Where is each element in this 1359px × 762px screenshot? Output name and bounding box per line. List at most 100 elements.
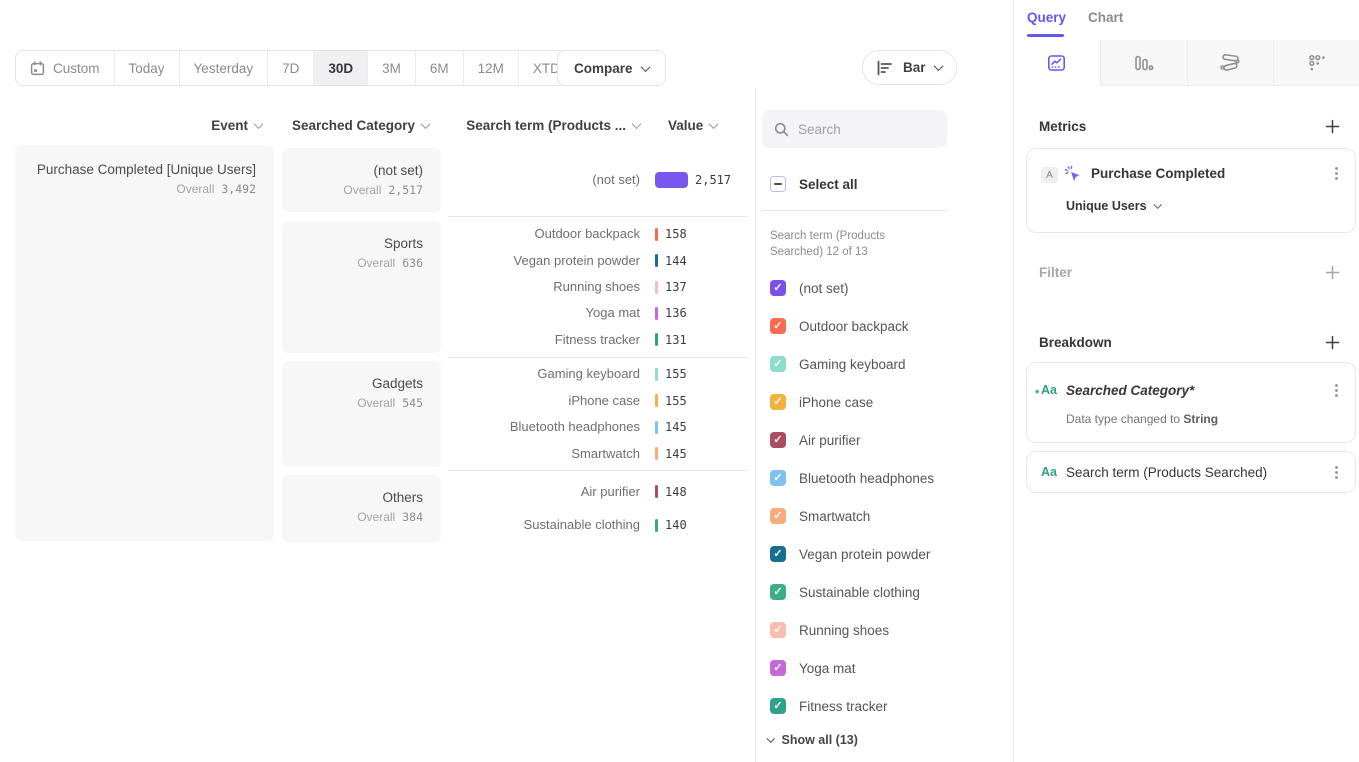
- breakdown-card-searched-category[interactable]: *Aa Searched Category* Data type changed…: [1026, 362, 1356, 443]
- value-bar-sustainable-clothing[interactable]: [655, 519, 658, 532]
- report-type-tabs: [1014, 40, 1359, 86]
- chart-type-dropdown[interactable]: Bar: [862, 50, 957, 85]
- date-range-label: 7D: [282, 61, 299, 76]
- check-icon: ✓: [773, 701, 782, 712]
- legend-item-label: Vegan protein powder: [799, 547, 930, 562]
- legend-item-bluetooth-headphones[interactable]: ✓Bluetooth headphones: [770, 470, 934, 486]
- metric-card[interactable]: A Purchase Completed Unique Users: [1026, 148, 1356, 233]
- value-bar-air-purifier[interactable]: [655, 485, 658, 498]
- breakdown-card-search-term[interactable]: Aa Search term (Products Searched): [1026, 451, 1356, 493]
- legend-item-not-set[interactable]: ✓(not set): [770, 280, 849, 296]
- checkbox-bluetooth-headphones[interactable]: ✓: [770, 470, 786, 486]
- select-all-checkbox[interactable]: [770, 176, 786, 192]
- event-cell[interactable]: Purchase Completed [Unique Users] Overal…: [15, 145, 274, 541]
- checkbox-smartwatch[interactable]: ✓: [770, 508, 786, 524]
- value-bar-smartwatch[interactable]: [655, 447, 658, 460]
- legend-item-smartwatch[interactable]: ✓Smartwatch: [770, 508, 870, 524]
- overall-value: 2,517: [388, 183, 423, 197]
- legend-item-running-shoes[interactable]: ✓Running shoes: [770, 622, 889, 638]
- checkbox-fitness-tracker[interactable]: ✓: [770, 698, 786, 714]
- date-range-label: 30D: [328, 61, 353, 76]
- legend-item-outdoor-backpack[interactable]: ✓Outdoor backpack: [770, 318, 909, 334]
- add-breakdown-button[interactable]: [1325, 335, 1340, 350]
- column-header-event[interactable]: Event: [15, 117, 262, 134]
- value-bar-iphone-case[interactable]: [655, 394, 658, 407]
- legend-list-label-line1: Search term (Products: [770, 228, 885, 244]
- legend-item-fitness-tracker[interactable]: ✓Fitness tracker: [770, 698, 888, 714]
- category-cell-gadgets[interactable]: GadgetsOverall545: [282, 361, 441, 467]
- date-range-7d[interactable]: 7D: [267, 51, 313, 85]
- checkbox-not-set[interactable]: ✓: [770, 280, 786, 296]
- checkbox-vegan-protein-powder[interactable]: ✓: [770, 546, 786, 562]
- date-range-custom[interactable]: Custom: [16, 51, 114, 85]
- value-bar-gaming-keyboard[interactable]: [655, 368, 658, 381]
- check-icon: ✓: [773, 397, 782, 408]
- value-text: 131: [665, 332, 687, 348]
- value-bar-yoga-mat[interactable]: [655, 307, 658, 320]
- category-overall: Overall 2,517: [282, 183, 423, 197]
- legend-item-sustainable-clothing[interactable]: ✓Sustainable clothing: [770, 584, 920, 600]
- value-bar-vegan-protein-powder[interactable]: [655, 254, 658, 267]
- checkbox-outdoor-backpack[interactable]: ✓: [770, 318, 786, 334]
- checkbox-gaming-keyboard[interactable]: ✓: [770, 356, 786, 372]
- date-range-6m[interactable]: 6M: [415, 51, 463, 85]
- date-range-30d[interactable]: 30D: [313, 51, 367, 85]
- metric-menu-button[interactable]: [1335, 172, 1338, 175]
- overall-label: Overall: [357, 256, 395, 270]
- category-cell-sports[interactable]: SportsOverall636: [282, 221, 441, 353]
- legend-item-gaming-keyboard[interactable]: ✓Gaming keyboard: [770, 356, 906, 372]
- value-text: 2,517: [695, 172, 731, 188]
- date-range-3m[interactable]: 3M: [367, 51, 415, 85]
- legend-item-yoga-mat[interactable]: ✓Yoga mat: [770, 660, 856, 676]
- checkbox-yoga-mat[interactable]: ✓: [770, 660, 786, 676]
- checkbox-air-purifier[interactable]: ✓: [770, 432, 786, 448]
- tab-chart[interactable]: Chart: [1088, 10, 1123, 25]
- check-icon: ✓: [773, 359, 782, 370]
- category-name: Others: [282, 489, 423, 507]
- column-header-searched-category[interactable]: Searched Category: [282, 117, 429, 134]
- category-cell-not-set[interactable]: (not set)Overall2,517: [282, 148, 441, 212]
- date-range-today[interactable]: Today: [114, 51, 179, 85]
- value-bar-bluetooth-headphones[interactable]: [655, 421, 658, 434]
- value-bar-running-shoes[interactable]: [655, 281, 658, 294]
- show-all-button[interactable]: Show all (13): [768, 733, 858, 747]
- report-tab-insights[interactable]: [1014, 40, 1100, 86]
- value-bar-fitness-tracker[interactable]: [655, 333, 658, 346]
- add-filter-button[interactable]: [1325, 265, 1340, 280]
- date-range-label: 3M: [382, 61, 401, 76]
- value-bar-not-set[interactable]: [655, 172, 688, 188]
- legend-item-air-purifier[interactable]: ✓Air purifier: [770, 432, 861, 448]
- breakdown-title: Search term (Products Searched): [1066, 465, 1267, 480]
- report-tab-flows[interactable]: [1187, 40, 1274, 86]
- search-term-label: Smartwatch: [450, 446, 640, 462]
- legend-item-vegan-protein-powder[interactable]: ✓ Vegan protein powder: [770, 546, 930, 562]
- overall-label: Overall: [343, 183, 381, 197]
- insights-icon: [1047, 54, 1066, 72]
- breakdown-menu-button[interactable]: [1335, 389, 1338, 392]
- show-all-label: Show all (13): [782, 733, 858, 747]
- report-tab-funnels[interactable]: [1100, 40, 1187, 86]
- measurement-dropdown[interactable]: Unique Users: [1066, 199, 1160, 213]
- event-sparkle-icon: [1064, 165, 1082, 188]
- metric-badge: A: [1041, 167, 1058, 183]
- checkbox-iphone-case[interactable]: ✓: [770, 394, 786, 410]
- breakdown-menu-button[interactable]: [1335, 471, 1338, 474]
- search-term-label: Air purifier: [450, 484, 640, 500]
- checkbox-running-shoes[interactable]: ✓: [770, 622, 786, 638]
- value-bar-outdoor-backpack[interactable]: [655, 228, 658, 241]
- column-header-search-term[interactable]: Search term (Products ...: [450, 117, 640, 134]
- compare-button[interactable]: Compare: [557, 50, 666, 86]
- category-cell-others[interactable]: OthersOverall384: [282, 475, 441, 542]
- add-metric-button[interactable]: [1325, 119, 1340, 134]
- legend-item-iphone-case[interactable]: ✓iPhone case: [770, 394, 873, 410]
- checkbox-sustainable-clothing[interactable]: ✓: [770, 584, 786, 600]
- value-text: 155: [665, 366, 687, 382]
- search-input[interactable]: [798, 122, 935, 137]
- compare-label: Compare: [574, 61, 633, 76]
- tab-query[interactable]: Query: [1027, 10, 1066, 25]
- select-all-row[interactable]: Select all: [770, 176, 858, 192]
- report-tab-retention[interactable]: [1273, 40, 1359, 86]
- date-range-12m[interactable]: 12M: [463, 51, 518, 85]
- date-range-yesterday[interactable]: Yesterday: [179, 51, 268, 85]
- column-header-value[interactable]: Value: [668, 117, 748, 134]
